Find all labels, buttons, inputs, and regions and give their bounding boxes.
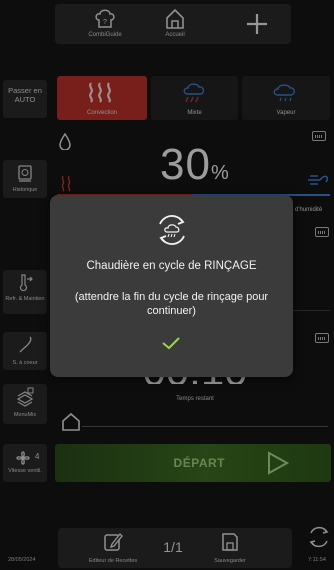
rinse-cycle-dialog: Chaudière en cycle de RINÇAGE (attendre … <box>50 195 293 377</box>
rinse-cycle-icon <box>159 215 185 245</box>
dialog-title: Chaudière en cycle de RINÇAGE <box>86 260 257 272</box>
checkmark-icon[interactable] <box>160 335 182 351</box>
dialog-message: (attendre la fin du cycle de rinçage pou… <box>74 291 269 317</box>
